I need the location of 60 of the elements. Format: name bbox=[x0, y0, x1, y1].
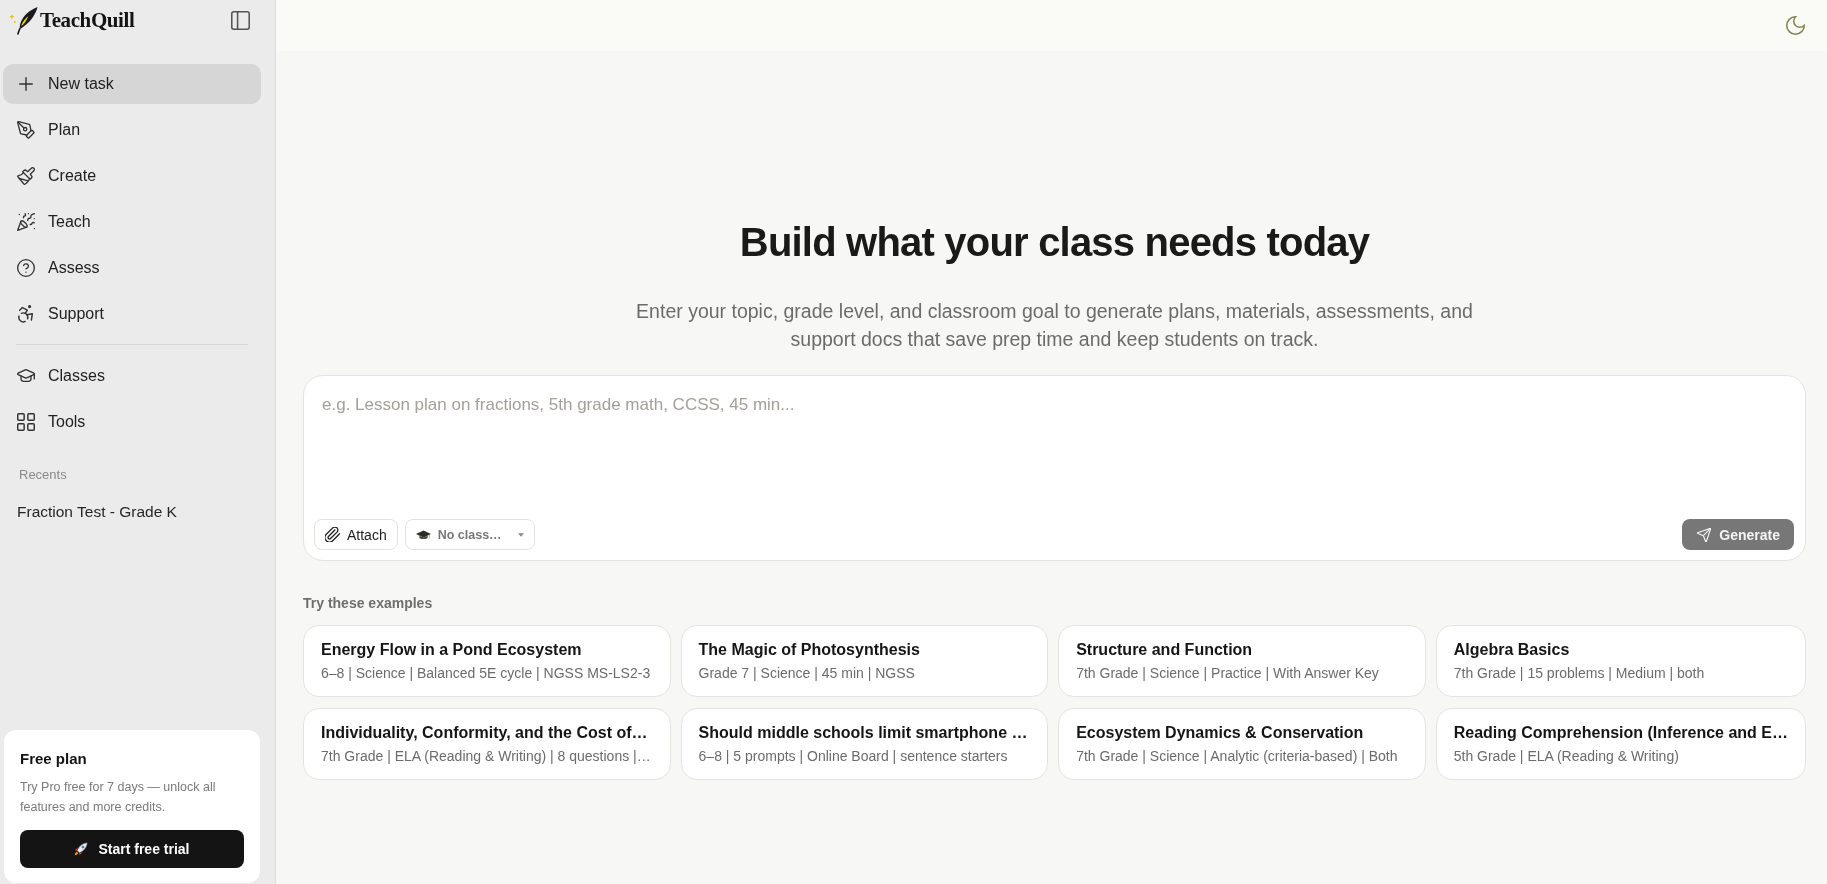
wheelchair-icon bbox=[17, 305, 35, 323]
plan-description: Try Pro free for 7 days — unlock all features and more credits. bbox=[20, 779, 217, 816]
example-details: 5th Grade | ELA (Reading & Writing) bbox=[1453, 747, 1679, 765]
app-name: TeachQuill bbox=[40, 7, 135, 33]
page-subtitle: Enter your topic, grade level, and classroom goal to generate plans, materials, assessments, and support docs that save prep time and keep students on track. bbox=[635, 299, 1474, 352]
sidebar-toggle-icon[interactable] bbox=[231, 10, 250, 30]
nav-item[interactable]: Assess bbox=[3, 248, 261, 288]
question-circle-icon bbox=[17, 259, 35, 277]
page-heading: Build what your class needs today bbox=[739, 219, 1370, 266]
plan-title: Free plan bbox=[20, 750, 88, 768]
example-title: Should middle schools limit smartphone … bbox=[698, 723, 1028, 743]
nav-item[interactable]: Classes bbox=[3, 356, 261, 396]
paperclip-icon bbox=[325, 527, 340, 542]
example-card[interactable]: Should middle schools limit smartphone … 6–8 | 5 prompts | Online Board | sentence starters bbox=[680, 708, 1049, 780]
example-details: 7th Grade | 15 problems | Medium | both bbox=[1453, 664, 1705, 682]
plus-icon bbox=[19, 77, 33, 91]
prompt-field[interactable]: e.g. Lesson plan on fractions, 5th grade math, CCSS, 45 min... bbox=[314, 393, 1794, 509]
nav-item[interactable]: New task bbox=[3, 64, 261, 104]
example-title: The Magic of Photosynthesis bbox=[698, 640, 920, 660]
example-details: 7th Grade | ELA (Reading & Writing) | 8 questions |… bbox=[321, 747, 651, 765]
example-card[interactable]: Energy Flow in a Pond Ecosystem 6–8 | Science | Balanced 5E cycle | NGSS MS-LS2-3 bbox=[303, 625, 671, 697]
nav-item[interactable]: Teach bbox=[3, 202, 261, 242]
attach-button[interactable]: Attach bbox=[314, 519, 398, 550]
example-card[interactable]: Individuality, Conformity, and the Cost of… 7th Grade | ELA (Reading & Writing) | 8 questions |… bbox=[303, 708, 671, 780]
nav-item[interactable]: Support bbox=[3, 294, 261, 334]
class-dropdown[interactable]: No class… bbox=[404, 519, 535, 550]
recent-item[interactable]: Fraction Test - Grade K bbox=[3, 492, 261, 532]
rocket-icon bbox=[74, 842, 89, 856]
graduation-cap-icon bbox=[415, 529, 431, 540]
pen-nib-icon bbox=[17, 121, 35, 139]
examples-heading: Try these examples bbox=[303, 594, 433, 612]
example-title: Ecosystem Dynamics & Conservation bbox=[1076, 723, 1364, 743]
nav-item[interactable]: Tools bbox=[3, 402, 261, 442]
party-popper-icon bbox=[17, 213, 35, 231]
example-details: 7th Grade | Science | Practice | With Answer Key bbox=[1076, 664, 1379, 682]
example-card[interactable]: Structure and Function 7th Grade | Science | Practice | With Answer Key bbox=[1058, 625, 1426, 697]
grid-icon bbox=[17, 413, 35, 431]
example-card[interactable]: Reading Comprehension (Inference and E… 5th Grade | ELA (Reading & Writing) bbox=[1435, 708, 1806, 780]
example-details: Grade 7 | Science | 45 min | NGSS bbox=[698, 664, 915, 682]
example-title: Individuality, Conformity, and the Cost of… bbox=[321, 723, 648, 743]
example-title: Energy Flow in a Pond Ecosystem bbox=[321, 640, 582, 660]
example-title: Algebra Basics bbox=[1453, 640, 1570, 660]
nav-item[interactable]: Plan bbox=[3, 110, 261, 150]
paintbrush-icon bbox=[17, 167, 35, 185]
nav-item[interactable]: Create bbox=[3, 156, 261, 196]
example-title: Structure and Function bbox=[1076, 640, 1253, 660]
example-card[interactable]: Ecosystem Dynamics & Conservation 7th Grade | Science | Analytic (criteria-based) | Both bbox=[1058, 708, 1426, 780]
example-card[interactable]: The Magic of Photosynthesis Grade 7 | Science | 45 min | NGSS bbox=[680, 625, 1049, 697]
recents-heading: Recents bbox=[19, 467, 67, 483]
quill-logo-icon bbox=[9, 5, 38, 35]
paper-plane-icon bbox=[1697, 527, 1712, 542]
example-details: 6–8 | 5 prompts | Online Board | sentence starters bbox=[698, 747, 1008, 765]
example-details: 7th Grade | Science | Analytic (criteria-based) | Both bbox=[1076, 747, 1398, 765]
caret-icon bbox=[517, 532, 524, 537]
example-card[interactable]: Algebra Basics 7th Grade | 15 problems | Medium | both bbox=[1435, 625, 1806, 697]
example-title: Reading Comprehension (Inference and E… bbox=[1453, 723, 1788, 743]
example-details: 6–8 | Science | Balanced 5E cycle | NGSS MS-LS2-3 bbox=[321, 664, 651, 682]
graduation-cap-icon bbox=[17, 367, 35, 385]
start-trial-button[interactable]: Start free trial bbox=[20, 830, 244, 868]
moon-icon[interactable] bbox=[1786, 16, 1805, 35]
